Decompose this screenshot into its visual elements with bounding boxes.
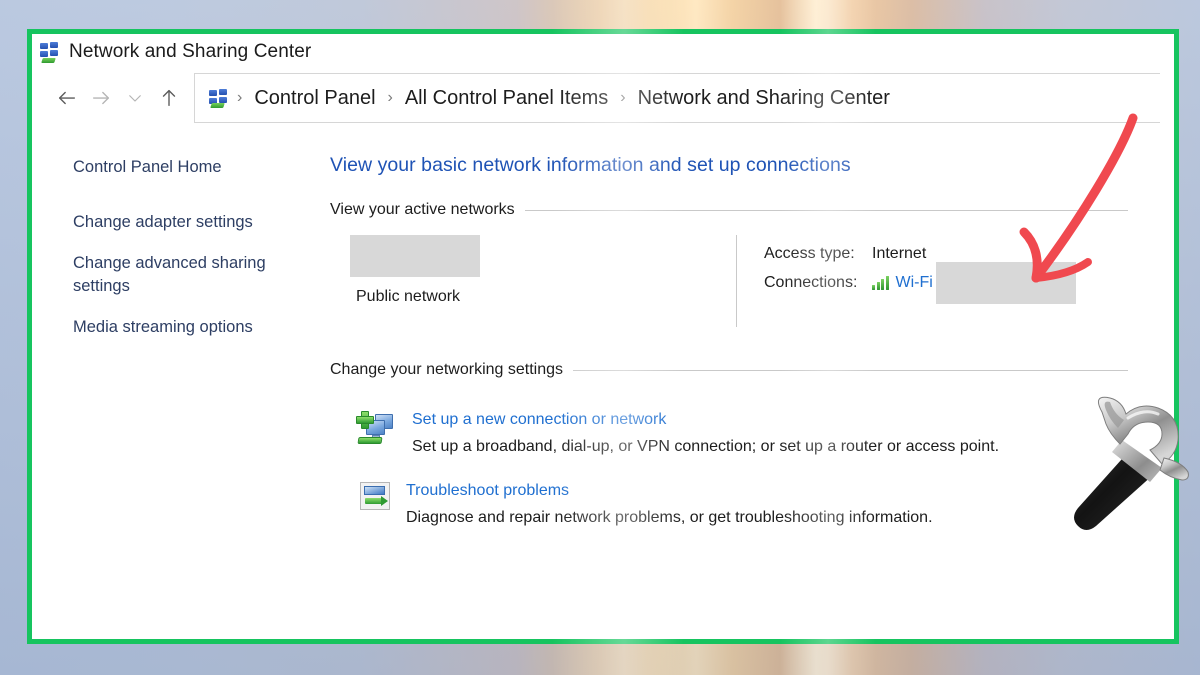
breadcrumb-separator: › <box>620 89 626 106</box>
sidebar-item-media-streaming-options[interactable]: Media streaming options <box>73 316 283 339</box>
connection-name-redaction <box>935 261 1076 304</box>
network-type-label: Public network <box>356 288 461 305</box>
address-bar-network-icon <box>209 89 227 108</box>
title-bar: Network and Sharing Center <box>32 34 1174 70</box>
window-title: Network and Sharing Center <box>69 41 312 62</box>
wifi-signal-icon <box>872 275 889 290</box>
address-bar[interactable]: › Control Panel › All Control Panel Item… <box>194 73 1160 123</box>
windows-network-icon <box>40 42 60 63</box>
access-type-value: Internet <box>872 244 927 262</box>
task-list: Set up a new connection or network Set u… <box>330 409 1174 527</box>
breadcrumb-all-control-panel-items[interactable]: All Control Panel Items <box>403 87 610 110</box>
recent-locations-button[interactable] <box>118 81 152 115</box>
back-button[interactable] <box>50 81 84 115</box>
sidebar-item-control-panel-home[interactable]: Control Panel Home <box>73 156 283 179</box>
active-networks-section-header: View your active networks <box>330 201 1174 219</box>
task-setup-new-connection: Set up a new connection or network Set u… <box>330 409 1174 456</box>
section-divider <box>573 369 1128 371</box>
network-details: Access type: Internet Connections: Wi-Fi… <box>736 235 1076 327</box>
task-troubleshoot-problems: Troubleshoot problems Diagnose and repai… <box>330 480 1174 527</box>
breadcrumb-network-and-sharing-center[interactable]: Network and Sharing Center <box>636 87 892 110</box>
network-identity: Public network <box>330 235 736 327</box>
access-type-key: Access type: <box>764 244 855 262</box>
connections-key: Connections: <box>764 273 858 291</box>
content-area: Control Panel Home Change adapter settin… <box>32 126 1174 639</box>
breadcrumb-separator: › <box>237 89 243 106</box>
breadcrumb-control-panel[interactable]: Control Panel <box>252 87 377 110</box>
highlight-frame: Network and Sharing Center › Control Pan… <box>27 29 1179 644</box>
networking-settings-section-header: Change your networking settings <box>330 361 1174 379</box>
connections-row: Connections: Wi-Fi ( <box>764 261 1076 304</box>
sidebar-item-change-adapter-settings[interactable]: Change adapter settings <box>73 211 283 234</box>
sidebar: Control Panel Home Change adapter settin… <box>32 126 330 639</box>
main-panel: View your basic network information and … <box>330 126 1174 639</box>
control-panel-window: Network and Sharing Center › Control Pan… <box>32 34 1174 639</box>
active-networks-label: View your active networks <box>330 201 515 218</box>
active-networks: Public network Access type: Internet Con… <box>330 235 1174 327</box>
troubleshoot-icon <box>360 482 390 510</box>
setup-connection-icon <box>356 409 396 449</box>
troubleshoot-problems-link[interactable]: Troubleshoot problems <box>406 482 933 500</box>
up-button[interactable] <box>152 81 186 115</box>
page-title: View your basic network information and … <box>330 154 851 176</box>
navigation-bar: › Control Panel › All Control Panel Item… <box>32 70 1174 126</box>
network-name-redaction <box>350 235 480 277</box>
troubleshoot-problems-description: Diagnose and repair network problems, or… <box>406 509 933 526</box>
networking-settings-label: Change your networking settings <box>330 361 564 378</box>
sidebar-item-change-advanced-sharing-settings[interactable]: Change advanced sharing settings <box>73 252 283 298</box>
breadcrumb-separator: › <box>387 89 393 106</box>
forward-button[interactable] <box>84 81 118 115</box>
desktop-wallpaper: Network and Sharing Center › Control Pan… <box>0 0 1200 675</box>
section-divider <box>524 209 1128 211</box>
setup-new-connection-link[interactable]: Set up a new connection or network <box>412 411 999 429</box>
setup-new-connection-description: Set up a broadband, dial-up, or VPN conn… <box>412 438 1000 455</box>
